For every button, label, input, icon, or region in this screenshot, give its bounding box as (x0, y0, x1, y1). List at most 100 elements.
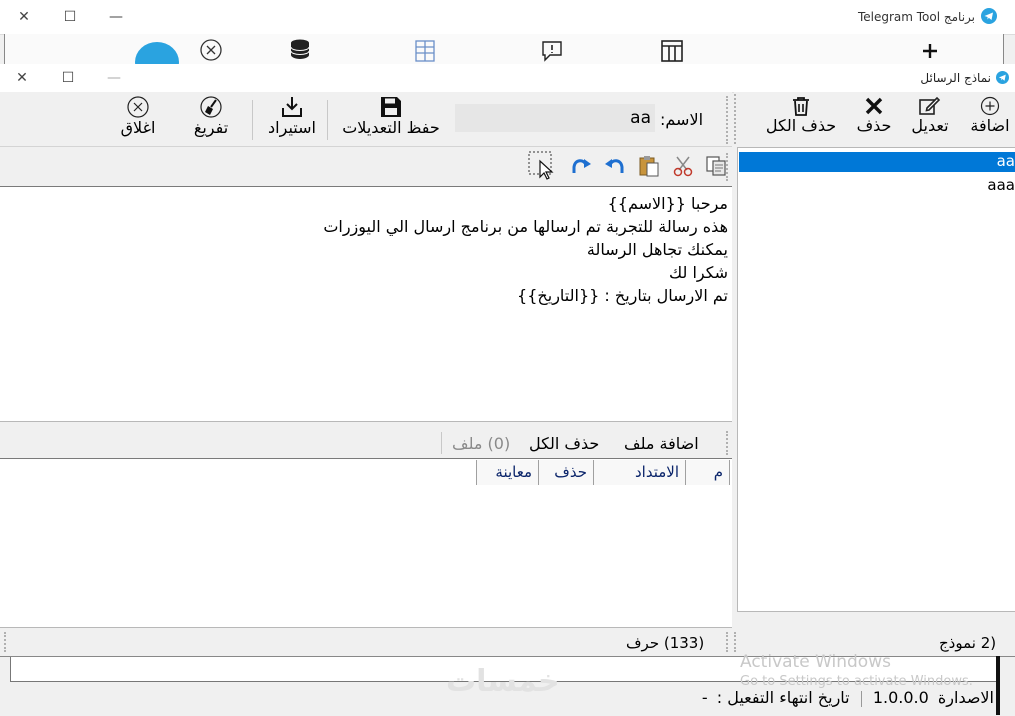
outer-maximize-icon[interactable]: ☐ (58, 5, 82, 29)
dialog-title: نماذج الرسائل (920, 71, 991, 85)
dialog-telegram-icon (996, 71, 1009, 84)
message-line: مرحبا {{الاسم}} (607, 194, 728, 213)
char-status-grip-right (726, 632, 732, 652)
list-item[interactable]: aaa (739, 176, 1015, 196)
close-circle-icon (127, 96, 149, 118)
dialog-close-icon[interactable]: ✕ (10, 66, 34, 90)
attachments-grip (726, 431, 732, 455)
name-label: الاسم: (660, 110, 704, 129)
add-template-button[interactable]: اضافة (964, 96, 1015, 135)
undo-icon (605, 159, 624, 173)
footer-status: الاصدارة 1.0.0.0 تاريخ انتهاء التفعيل : … (652, 688, 994, 712)
outer-toolbar (4, 34, 1004, 66)
cut-button[interactable] (670, 153, 696, 179)
list-item-selected[interactable]: aa (739, 152, 1015, 172)
dialog-maximize-icon[interactable]: ☐ (56, 66, 80, 90)
save-icon (380, 96, 402, 118)
paste-icon (639, 156, 659, 177)
add-file-button[interactable]: اضافة ملف (624, 434, 699, 453)
edit-template-label: تعديل (911, 116, 949, 135)
clear-button[interactable]: تفريغ (186, 96, 236, 137)
outer-title-bar: ✕ ☐ — برنامج Telegram Tool (0, 0, 1015, 35)
edit-template-button[interactable]: تعديل (904, 96, 956, 135)
watermark-logo: خمسات (446, 664, 560, 699)
list-item-text: aaa (987, 176, 1015, 194)
toolbar-grip (734, 94, 740, 144)
outer-minimize-icon[interactable]: — (104, 5, 128, 29)
broom-icon (200, 96, 222, 118)
status-grip (734, 632, 740, 652)
table-icon[interactable] (415, 40, 435, 62)
trash-icon (791, 96, 811, 116)
telegram-logo-icon (135, 40, 179, 66)
plus-icon[interactable] (921, 42, 939, 60)
attachments-divider (441, 432, 442, 454)
column-header-extension[interactable]: الامتداد (594, 460, 686, 485)
expiry-value: - (701, 688, 708, 707)
message-line: تم الارسال بتاريخ : {{التاريخ}} (517, 286, 728, 305)
add-circle-icon (980, 96, 1000, 116)
copy-button[interactable] (703, 153, 729, 179)
version-label: الاصدارة (937, 688, 994, 707)
import-button[interactable]: استيراد (258, 96, 326, 137)
redo-icon (572, 159, 591, 173)
message-line: يمكنك تجاهل الرسالة (586, 240, 728, 259)
toolbar-divider (252, 100, 253, 140)
list-item-text: aa (996, 152, 1015, 170)
column-header-preview[interactable]: معاينة (476, 460, 539, 485)
outer-window-title: برنامج Telegram Tool (857, 10, 975, 24)
close-dialog-label: اغلاق (120, 118, 156, 137)
import-label: استيراد (268, 118, 316, 137)
main-toolbar-grip (726, 96, 732, 144)
delete-all-templates-label: حذف الكل (765, 116, 837, 135)
column-header-index[interactable]: م (686, 460, 730, 485)
delete-all-templates-button[interactable]: حذف الكل (756, 96, 846, 135)
column-header-delete[interactable]: حذف (539, 460, 594, 485)
cut-icon (673, 156, 693, 177)
dialog-title-bar: ✕ ☐ — نماذج الرسائل (0, 64, 1015, 93)
character-status: (133) حرف (0, 628, 732, 656)
footer-divider (860, 690, 862, 707)
copy-icon (706, 156, 726, 176)
message-line: شكرا لك (669, 263, 728, 282)
close-dialog-button[interactable]: اغلاق (112, 96, 164, 137)
delete-template-label: حذف (856, 116, 892, 135)
name-input[interactable] (455, 104, 655, 132)
template-count: (2 نموذج (939, 634, 997, 652)
outer-close-icon[interactable]: ✕ (12, 5, 36, 29)
char-status-grip-left (4, 632, 10, 652)
dialog-minimize-icon[interactable]: — (102, 66, 126, 90)
message-alert-icon[interactable] (541, 40, 563, 62)
version-value: 1.0.0.0 (872, 688, 929, 707)
main-toolbar: الاسم: حفظ التعديلات استيراد تفريغ اغلاق (0, 92, 732, 147)
activate-windows-hint: Go to Settings to activate Windows. (740, 674, 973, 689)
telegram-icon (981, 8, 997, 24)
layout-icon[interactable] (661, 40, 683, 62)
delete-template-button[interactable]: حذف (848, 96, 900, 135)
save-changes-label: حفظ التعديلات (342, 118, 440, 137)
paste-button[interactable] (636, 153, 662, 179)
edit-toolbar (0, 147, 732, 185)
outer-close-circle-icon[interactable] (199, 38, 223, 62)
delete-x-icon (864, 96, 884, 116)
file-count: (0) ملف (452, 434, 511, 453)
outer-right-edge (996, 656, 1000, 715)
add-template-label: اضافة (970, 116, 1010, 135)
message-editor[interactable]: مرحبا {{الاسم}} هذه رسالة للتجربة تم ارس… (0, 186, 732, 422)
save-changes-button[interactable]: حفظ التعديلات (333, 96, 449, 137)
undo-button[interactable] (602, 153, 628, 179)
edit-icon (919, 96, 941, 116)
template-list[interactable] (737, 147, 1015, 612)
list-toolbar: اضافة تعديل حذف حذف الكل (734, 92, 1015, 146)
toolbar-divider (327, 100, 328, 140)
selection-cursor-icon (528, 151, 554, 180)
redo-button[interactable] (568, 153, 594, 179)
character-count: (133) حرف (626, 634, 705, 652)
delete-all-files-button[interactable]: حذف الكل (529, 434, 599, 453)
database-icon[interactable] (289, 38, 311, 60)
clear-label: تفريغ (193, 118, 229, 137)
expiry-label: تاريخ انتهاء التفعيل : (716, 688, 850, 707)
attachments-toolbar: اضافة ملف حذف الكل (0) ملف (0, 428, 732, 458)
select-all-button[interactable] (528, 151, 558, 181)
activate-windows-title: Activate Windows (740, 652, 891, 672)
